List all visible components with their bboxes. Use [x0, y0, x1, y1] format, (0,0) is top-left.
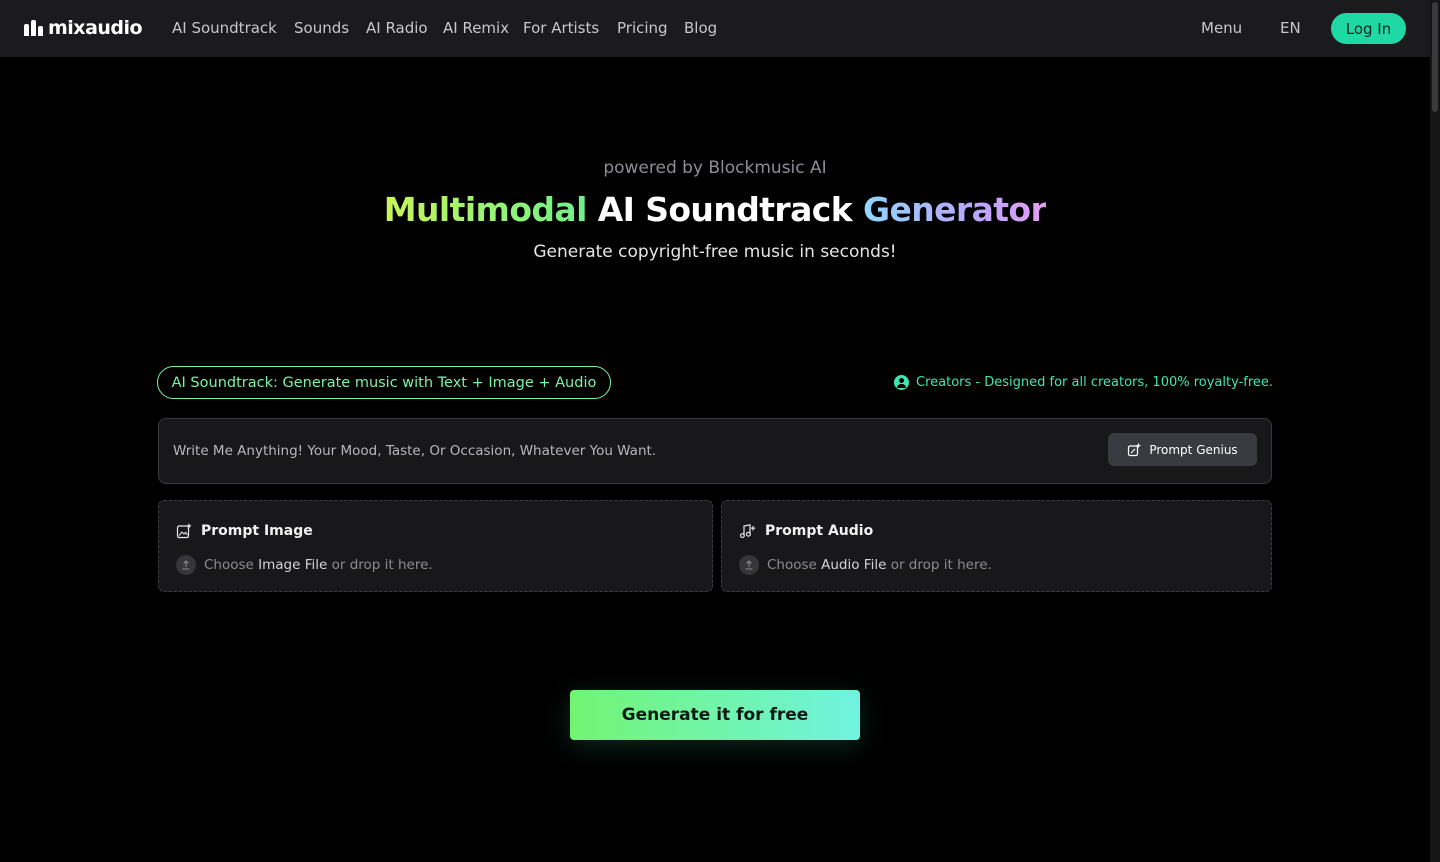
prompt-audio-header: Prompt Audio	[739, 523, 873, 539]
menu-link[interactable]: Menu	[1201, 18, 1242, 38]
main-nav: AI Soundtrack Sounds AI Radio AI Remix F…	[172, 18, 734, 38]
mode-pill-ai-soundtrack[interactable]: AI Soundtrack: Generate music with Text …	[157, 366, 611, 399]
creators-text: Creators - Designed for all creators, 10…	[916, 375, 1274, 390]
top-navbar: mixaudio AI Soundtrack Sounds AI Radio A…	[0, 0, 1430, 57]
generate-button[interactable]: Generate it for free	[570, 690, 860, 740]
logo-wordmark: mixaudio	[48, 17, 143, 39]
creators-note: Creators - Designed for all creators, 10…	[894, 374, 1273, 391]
nav-item-for-artists[interactable]: For Artists	[523, 18, 601, 38]
prompt-image-title: Prompt Image	[201, 523, 313, 539]
scrollbar-track[interactable]	[1430, 0, 1440, 862]
prompt-genius-label: Prompt Genius	[1149, 442, 1238, 457]
audio-choose-prefix: Choose	[767, 557, 822, 573]
powered-by-text: powered by Blockmusic AI	[603, 158, 827, 178]
page-title: Multimodal AI Soundtrack Generator	[0, 190, 1430, 229]
prompt-box: Prompt Genius	[158, 418, 1272, 484]
prompt-image-dropzone[interactable]: Prompt Image Choose Image File or drop i…	[158, 500, 713, 592]
language-selector[interactable]: EN	[1280, 18, 1301, 38]
choose-audio-file-link[interactable]: Audio File	[821, 557, 886, 573]
music-note-add-icon	[739, 524, 756, 539]
prompt-audio-title: Prompt Audio	[765, 523, 874, 539]
audio-drop-hint: Choose Audio File or drop it here.	[739, 555, 992, 575]
page-subtitle: Generate copyright-free music in seconds…	[533, 242, 897, 262]
prompt-input[interactable]	[173, 439, 1073, 463]
prompt-image-header: Prompt Image	[176, 523, 313, 539]
image-add-icon	[176, 523, 192, 539]
upload-icon	[739, 555, 759, 575]
image-drop-suffix: or drop it here.	[327, 557, 433, 573]
prompt-audio-dropzone[interactable]: Prompt Audio Choose Audio File or drop i…	[721, 500, 1272, 592]
brand-logo[interactable]: mixaudio	[24, 17, 143, 39]
login-button[interactable]: Log In	[1331, 13, 1406, 44]
nav-item-ai-remix[interactable]: AI Remix	[443, 18, 509, 38]
user-circle-icon	[894, 375, 909, 390]
nav-item-ai-soundtrack[interactable]: AI Soundtrack	[172, 18, 278, 38]
nav-item-sounds[interactable]: Sounds	[294, 18, 350, 38]
title-part-generator: Generator	[862, 190, 1047, 229]
nav-item-pricing[interactable]: Pricing	[617, 18, 668, 38]
scrollbar-thumb[interactable]	[1432, 2, 1438, 112]
sparkle-edit-icon	[1128, 442, 1142, 457]
choose-image-file-link[interactable]: Image File	[258, 557, 327, 573]
upload-icon	[176, 555, 196, 575]
page: mixaudio AI Soundtrack Sounds AI Radio A…	[0, 0, 1440, 862]
title-part-multimodal: Multimodal	[383, 190, 588, 229]
image-drop-hint: Choose Image File or drop it here.	[176, 555, 433, 575]
image-choose-prefix: Choose	[204, 557, 259, 573]
nav-item-blog[interactable]: Blog	[684, 18, 718, 38]
nav-item-ai-radio[interactable]: AI Radio	[366, 18, 428, 38]
prompt-genius-button[interactable]: Prompt Genius	[1108, 433, 1257, 466]
title-part-ai-soundtrack: AI Soundtrack	[597, 190, 853, 229]
logo-bars-icon	[24, 20, 43, 36]
audio-drop-suffix: or drop it here.	[886, 557, 992, 573]
